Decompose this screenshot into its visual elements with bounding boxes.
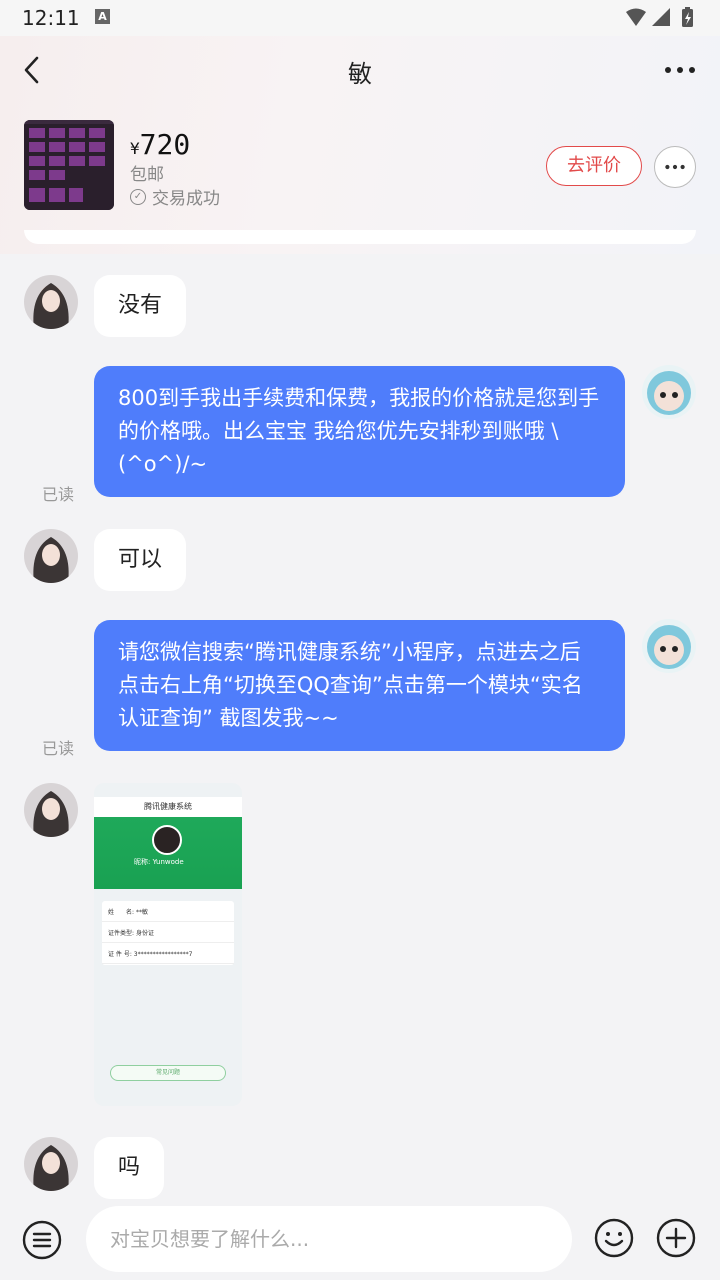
message-bubble[interactable]: 请您微信搜索“腾讯健康系统”小程序，点进去之后点击右上角“切换至QQ查询”点击第…	[94, 620, 625, 751]
screenshot-row: 姓 名: **敏	[102, 901, 234, 922]
row-value: 3*****************7	[133, 951, 193, 958]
screenshot-row: 证 件 号: 3*****************7	[102, 943, 234, 964]
status-time: 12:11	[22, 6, 80, 30]
header-area: 敏 ¥720 包邮 ✓ 交易成功 去评价	[0, 36, 720, 254]
more-dots-icon[interactable]	[660, 56, 700, 84]
message-bubble[interactable]: 没有	[94, 275, 187, 337]
message-bubble[interactable]: 吗	[94, 1137, 165, 1199]
status-bar: 12:11 A	[0, 0, 720, 36]
status-icons	[626, 7, 693, 27]
row-value: 身份证	[135, 930, 154, 937]
chevron-left-icon[interactable]	[18, 52, 48, 88]
menu-icon[interactable]	[22, 1220, 62, 1260]
input-bar: 对宝贝想要了解什么...	[0, 1206, 720, 1280]
price-value: 720	[139, 128, 191, 161]
shipping-label: 包邮	[130, 165, 164, 185]
notification-icon: A	[95, 9, 110, 24]
more-options-icon[interactable]	[654, 146, 696, 188]
deal-status-text: 交易成功	[152, 189, 220, 209]
message-bubble[interactable]: 可以	[94, 529, 187, 591]
screenshot-avatar	[152, 825, 182, 855]
avatar[interactable]	[24, 1137, 78, 1191]
signal-icon	[652, 8, 670, 26]
page-title: 敏	[348, 60, 372, 88]
message-bubble[interactable]: 800到手我出手续费和保费，我报的价格就是您到手的价格哦。出么宝宝 我给您优先安…	[94, 366, 625, 497]
wifi-icon	[626, 8, 646, 26]
avatar[interactable]	[24, 275, 78, 329]
screenshot-status-bar	[94, 783, 242, 797]
read-receipt: 已读	[42, 739, 75, 758]
screenshot-banner: 昵称: Yunwode	[94, 817, 242, 889]
screenshot-info-card: 姓 名: **敏 证件类型: 身份证 证 件 号: 3*************…	[102, 901, 234, 965]
emoji-icon[interactable]	[594, 1218, 634, 1258]
card-edge	[24, 230, 696, 244]
screenshot-title: 腾讯健康系统	[144, 802, 192, 811]
avatar[interactable]	[642, 619, 696, 673]
plus-icon[interactable]	[656, 1218, 696, 1258]
check-circle-icon: ✓	[130, 188, 146, 205]
screenshot-row: 证件类型: 身份证	[102, 922, 234, 943]
deal-status: ✓ 交易成功	[130, 184, 220, 209]
review-button[interactable]: 去评价	[546, 146, 642, 186]
avatar[interactable]	[642, 365, 696, 419]
currency-symbol: ¥	[130, 139, 140, 158]
product-image	[24, 120, 114, 210]
message-input[interactable]: 对宝贝想要了解什么...	[86, 1206, 572, 1272]
row-label: 证 件 号:	[108, 951, 132, 958]
screenshot-nav: 腾讯健康系统	[94, 797, 242, 817]
avatar[interactable]	[24, 783, 78, 837]
row-label: 证件类型:	[108, 930, 135, 937]
read-receipt: 已读	[42, 485, 75, 504]
product-price: ¥720	[130, 128, 190, 161]
image-message[interactable]: 腾讯健康系统 昵称: Yunwode 姓 名: **敏 证件类型: 身份证 证 …	[94, 783, 242, 1106]
product-thumbnail[interactable]	[24, 120, 114, 210]
row-label: 姓 名:	[108, 909, 135, 916]
screenshot-nickname: 昵称: Yunwode	[134, 858, 184, 866]
row-value: **敏	[135, 909, 148, 916]
screenshot-button: 常见问题	[110, 1065, 226, 1081]
avatar[interactable]	[24, 529, 78, 583]
